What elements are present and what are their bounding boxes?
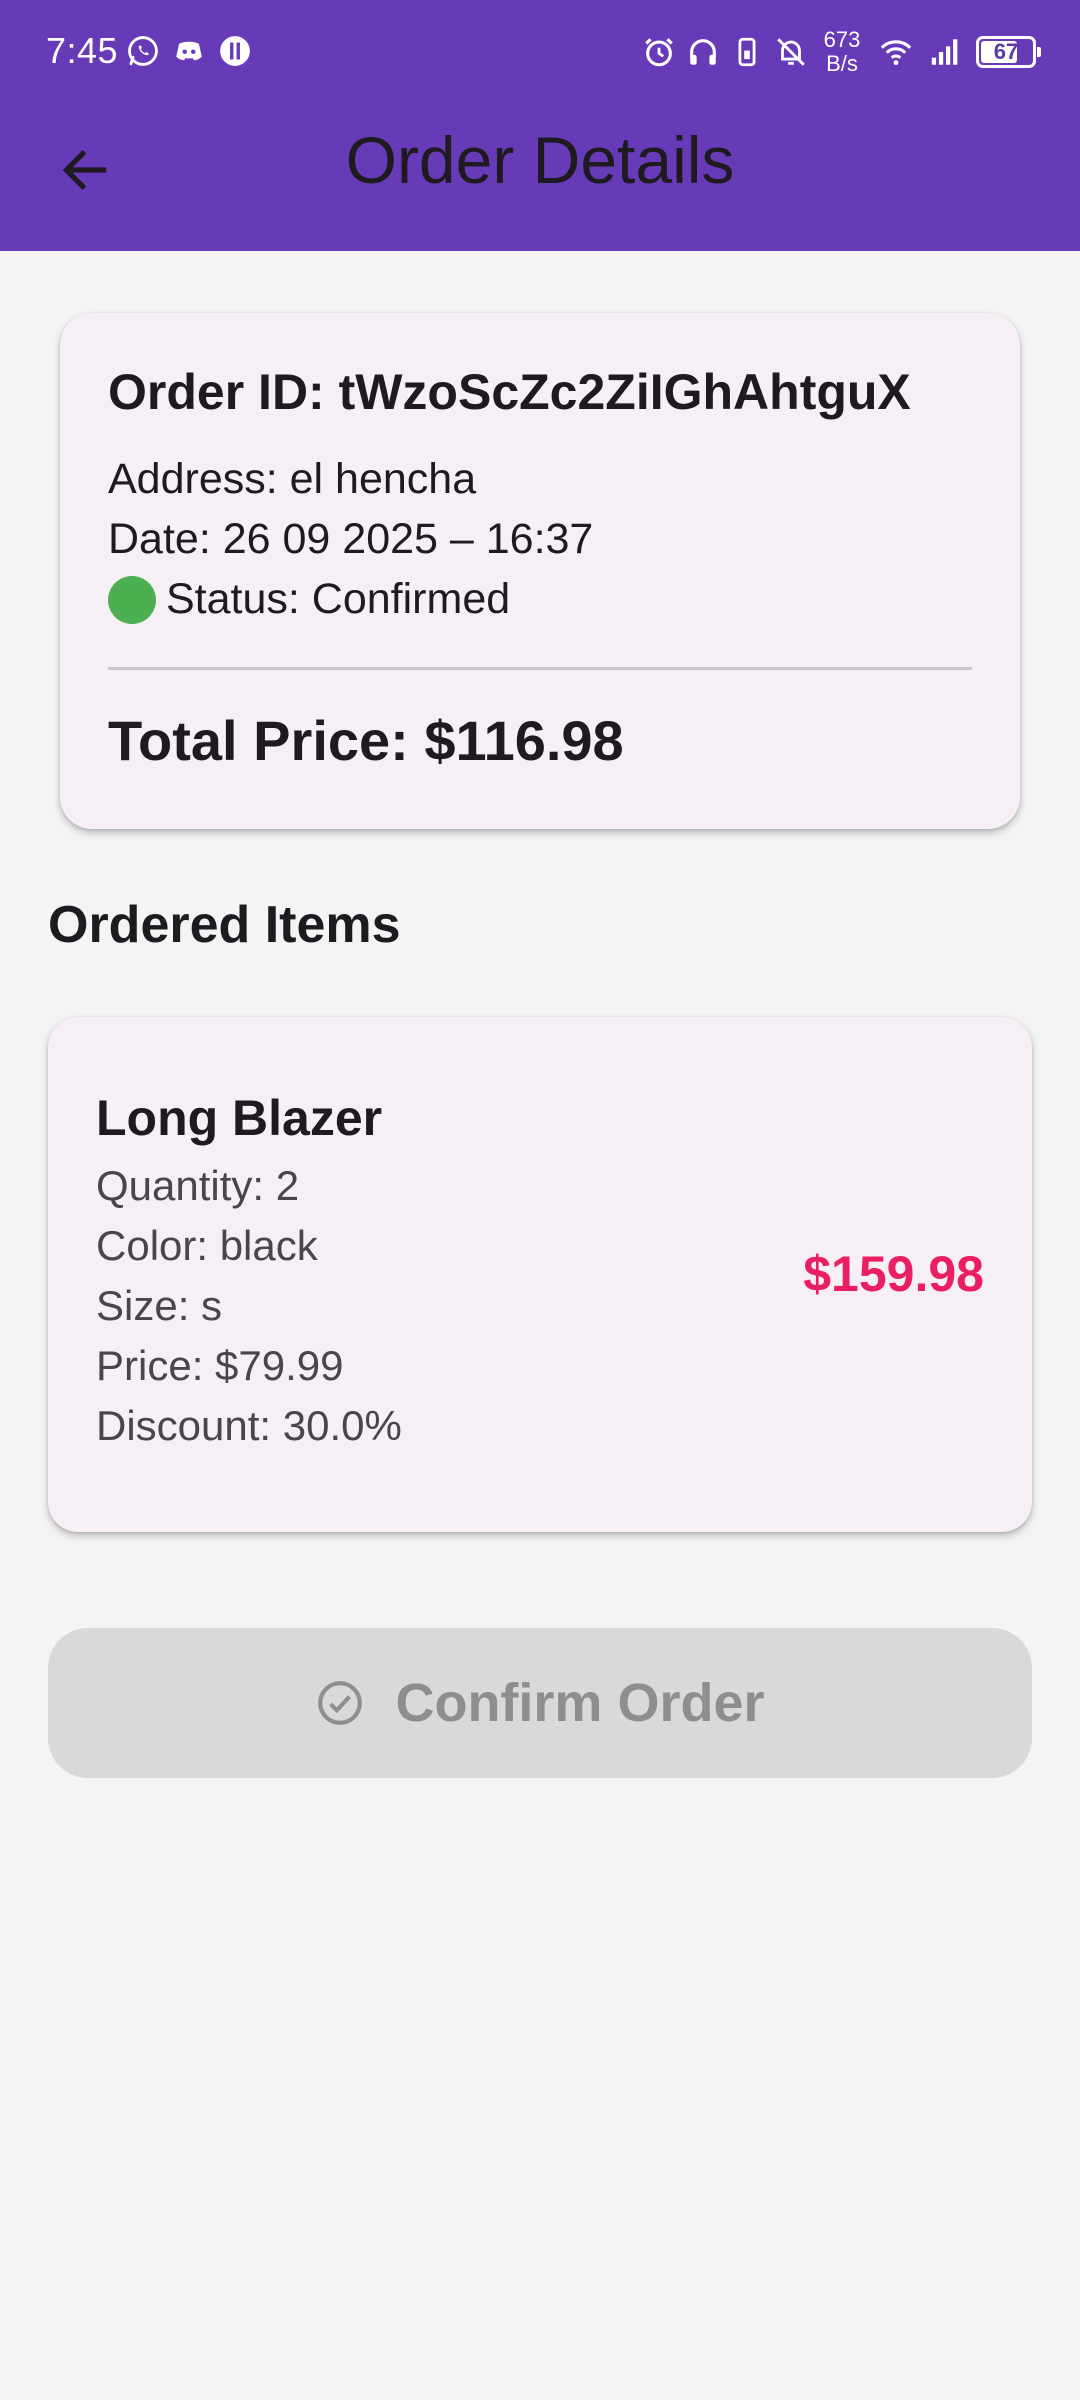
headphones-icon	[690, 39, 716, 65]
order-date: Date: 26 09 2025 – 16:37	[108, 515, 594, 563]
battery-icon: 67	[976, 36, 1041, 68]
page-title: Order Details	[345, 123, 735, 197]
check-circle-icon	[318, 1681, 363, 1725]
confirm-order-button[interactable]: Confirm Order	[48, 1628, 1032, 1778]
vibrate-icon	[738, 37, 756, 67]
item-line-total: $159.98	[803, 1246, 984, 1302]
app-notification-icon	[220, 36, 250, 66]
status-dot-icon	[108, 575, 156, 624]
alarm-icon	[645, 38, 673, 67]
system-icons: 673 B/s 67	[642, 26, 1041, 78]
confirm-order-label: Confirm Order	[395, 1673, 765, 1733]
mute-bell-icon	[777, 38, 805, 66]
list-item: Long Blazer Quantity: 2 Color: black Siz…	[48, 1017, 1032, 1532]
order-summary-card: Order ID: tWzoScZc2ZiIGhAhtguX Address: …	[60, 313, 1020, 829]
item-price: Price: $79.99	[96, 1342, 344, 1389]
app-bar: 7:45 673 B/s 67 Order Details	[0, 0, 1080, 251]
order-address: Address: el hencha	[108, 455, 477, 503]
order-status: Status: Confirmed	[108, 575, 510, 624]
ordered-items-heading: Ordered Items	[48, 896, 401, 954]
network-speed-value: 673	[823, 27, 861, 52]
order-total-price: Total Price: $116.98	[108, 709, 624, 772]
network-speed-unit: B/s	[826, 51, 858, 76]
order-id: Order ID: tWzoScZc2ZiIGhAhtguX	[108, 364, 911, 420]
item-name: Long Blazer	[96, 1090, 383, 1146]
item-size: Size: s	[96, 1282, 223, 1329]
item-discount: Discount: 30.0%	[96, 1402, 402, 1449]
whatsapp-icon	[128, 36, 158, 66]
order-status-text: Status: Confirmed	[166, 575, 511, 623]
status-time: 7:45	[46, 30, 119, 71]
discord-icon	[176, 41, 202, 61]
item-color: Color: black	[96, 1222, 318, 1269]
status-bar: 7:45 673 B/s 67	[0, 0, 1080, 104]
network-speed: 673 B/s	[818, 28, 866, 76]
cell-signal-icon	[931, 39, 958, 65]
notification-icons	[126, 34, 252, 68]
divider	[108, 667, 972, 670]
item-quantity: Quantity: 2	[96, 1162, 300, 1209]
battery-level: 67	[993, 39, 1019, 64]
wifi-icon	[880, 40, 912, 66]
